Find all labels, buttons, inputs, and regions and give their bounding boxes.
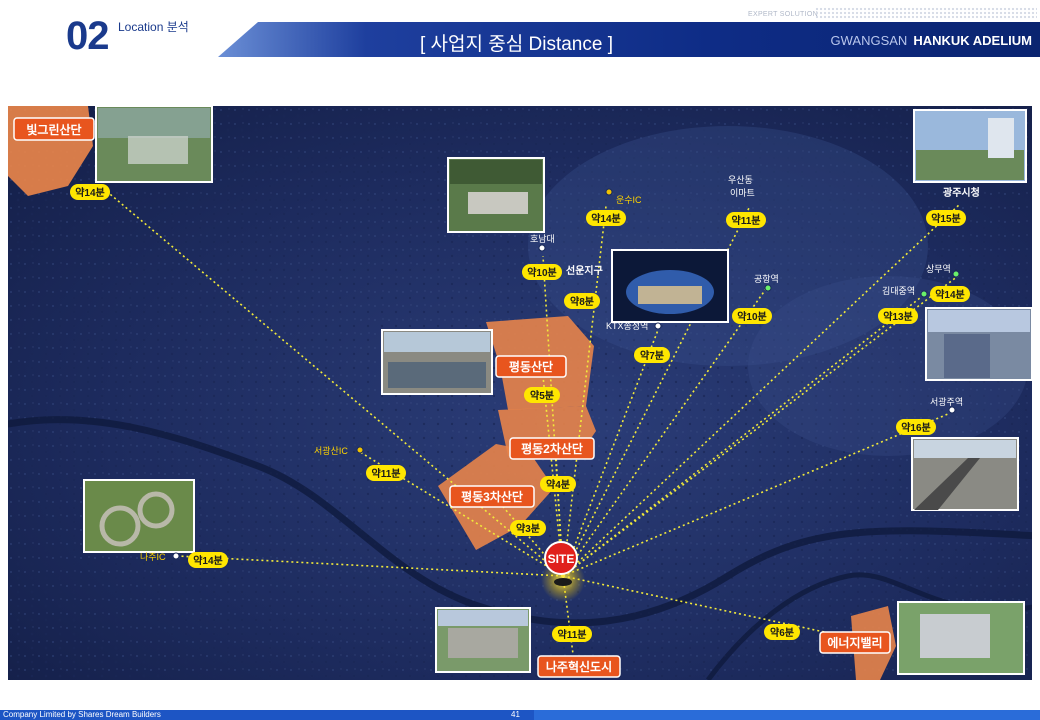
label-sangmu: 상무역 <box>926 264 951 274</box>
zone-label-pyeongdong3: 평동3차산단 <box>449 485 535 508</box>
badge-sangmu: 약14분 <box>930 286 970 302</box>
photo-cityhall <box>913 109 1027 183</box>
badge-pyeongdong3: 약3분 <box>510 520 546 536</box>
label-usan: 우산동 <box>728 175 753 185</box>
badge-unsu: 약14분 <box>586 210 626 226</box>
marker-naju-ic <box>172 552 180 560</box>
svg-text:약8분: 약8분 <box>570 295 594 308</box>
badge-pyeongdong: 약5분 <box>524 387 560 403</box>
photo-naju-city <box>435 607 531 673</box>
page-title: [ 사업지 중심 Distance ] <box>420 34 613 55</box>
label-kimdaejung: 김대중역 <box>882 285 915 296</box>
svg-text:약10분: 약10분 <box>527 266 557 279</box>
svg-text:평동3차산단: 평동3차산단 <box>461 489 523 504</box>
svg-text:약14분: 약14분 <box>591 212 621 225</box>
badge-seogwangju: 약16분 <box>896 419 936 435</box>
svg-text:에너지밸리: 에너지밸리 <box>827 635 882 650</box>
svg-text:약5분: 약5분 <box>530 389 554 402</box>
badge-naju: 약11분 <box>552 626 592 642</box>
badge-ktx: 약7분 <box>634 347 670 363</box>
zone-label-pyeongdong2: 평동2차산단 <box>509 437 595 460</box>
photo-honam-univ <box>447 157 545 233</box>
photo-ktx-station <box>611 249 729 323</box>
svg-text:약3분: 약3분 <box>516 522 540 535</box>
page-header: 02 Location 분석 EXPERT SOLUTION [ 사업지 중심 … <box>0 0 1040 60</box>
brand-left: GWANGSAN <box>830 33 908 48</box>
svg-text:약11분: 약11분 <box>372 467 401 480</box>
badge-energy: 약6분 <box>764 624 800 640</box>
marker-unsu <box>605 188 613 196</box>
marker-honam <box>538 244 546 252</box>
brand-name: GWANGSAN HANKUK ADELIUM <box>831 33 1033 48</box>
zone-label-naju: 나주혁신도시 <box>537 655 621 678</box>
svg-text:평동2차산단: 평동2차산단 <box>521 441 583 456</box>
zone-label-pyeongdong: 평동산단 <box>495 355 567 378</box>
label-unsu: 운수IC <box>616 195 642 205</box>
distance-map: 운수IC 우산동 이마트 광주시청 호남대 선운지구 공항역 상무역 김대중역 … <box>8 106 1032 680</box>
expert-label: EXPERT SOLUTION <box>748 11 818 18</box>
svg-text:약4분: 약4분 <box>546 478 570 491</box>
marker-airport <box>764 284 772 292</box>
badge-seonun: 약8분 <box>564 293 600 309</box>
svg-text:약14분: 약14분 <box>75 186 105 199</box>
label-seonun: 선운지구 <box>566 264 603 277</box>
photo-seogwangju <box>911 437 1019 511</box>
marker-ktx <box>654 322 662 330</box>
svg-text:평동산단: 평동산단 <box>509 359 553 374</box>
footer-company: Company Limited by Shares Dream Builders <box>3 710 161 719</box>
svg-text:약16분: 약16분 <box>901 421 931 434</box>
marker-kimdaejung <box>920 290 928 298</box>
header-dot-pattern <box>815 7 1037 19</box>
zone-label-energy: 에너지밸리 <box>819 631 891 654</box>
label-seogwangju: 서광주역 <box>930 396 963 407</box>
svg-text:약15분: 약15분 <box>931 212 961 225</box>
photo-energy-valley <box>897 601 1025 675</box>
marker-sangmu <box>952 270 960 278</box>
svg-text:약13분: 약13분 <box>883 310 913 323</box>
svg-text:약6분: 약6분 <box>770 626 794 639</box>
svg-text:약14분: 약14분 <box>935 288 965 301</box>
svg-text:약10분: 약10분 <box>737 310 767 323</box>
label-seogwangsan: 서광산IC <box>314 445 348 456</box>
badge-seogwangsan: 약11분 <box>366 465 406 481</box>
label-cityhall: 광주시청 <box>943 186 980 199</box>
photo-pyeongdong <box>381 329 493 395</box>
svg-text:나주혁신도시: 나주혁신도시 <box>546 659 612 674</box>
badge-bitgreen: 약14분 <box>70 184 110 200</box>
label-ktx: KTX송정역 <box>606 321 648 331</box>
brand-right: HANKUK ADELIUM <box>913 33 1032 48</box>
badge-honam: 약10분 <box>522 264 562 280</box>
badge-airport: 약10분 <box>732 308 772 324</box>
svg-text:약7분: 약7분 <box>640 349 664 362</box>
svg-text:약11분: 약11분 <box>558 628 587 641</box>
photo-naju-ic <box>83 479 195 553</box>
photo-kimdaejung <box>925 307 1032 381</box>
badge-naju-ic: 약14분 <box>188 552 228 568</box>
section-title: Location 분석 <box>118 20 189 34</box>
zone-label-bitgreen: 빛그린산단 <box>13 117 95 141</box>
badge-cityhall: 약15분 <box>926 210 966 226</box>
svg-text:약11분: 약11분 <box>732 214 761 227</box>
photo-bitgreen <box>95 106 213 183</box>
footer-bar-right <box>534 710 1040 720</box>
label-emart: 이마트 <box>730 188 755 198</box>
badge-kimdaejung: 약13분 <box>878 308 918 324</box>
marker-seogwangsan <box>356 446 364 454</box>
label-airport: 공항역 <box>754 274 779 284</box>
site-label: SITE <box>548 552 575 566</box>
badge-pyeongdong2: 약4분 <box>540 476 576 492</box>
label-honam: 호남대 <box>530 234 555 244</box>
page-number: 41 <box>511 710 520 719</box>
site-base <box>554 578 572 586</box>
section-number: 02 <box>66 14 109 58</box>
map-svg: 운수IC 우산동 이마트 광주시청 호남대 선운지구 공항역 상무역 김대중역 … <box>8 106 1032 680</box>
svg-text:빛그린산단: 빛그린산단 <box>26 122 81 137</box>
label-naju-ic: 나주IC <box>140 552 166 562</box>
svg-text:약14분: 약14분 <box>193 554 223 567</box>
marker-seogwangju <box>948 406 956 414</box>
badge-usan: 약11분 <box>726 212 766 228</box>
